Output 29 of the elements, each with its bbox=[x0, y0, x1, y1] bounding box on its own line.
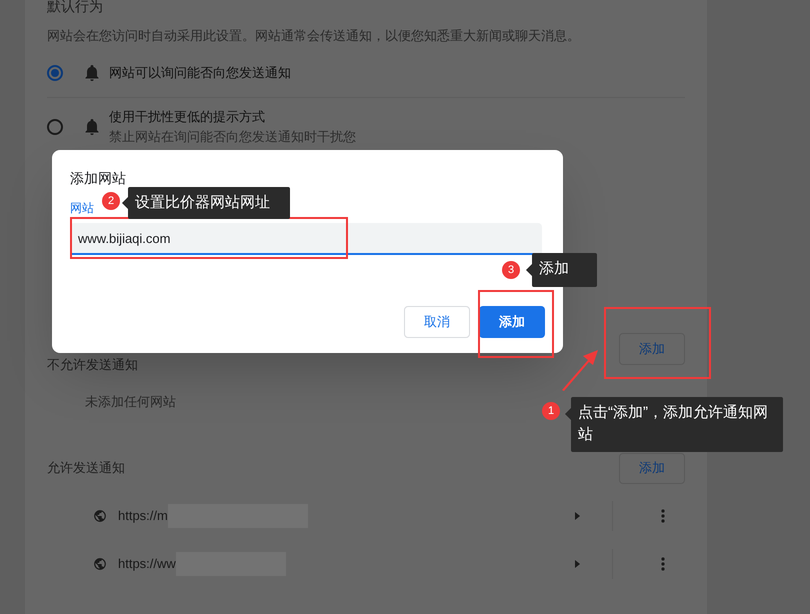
site-url[interactable]: https://ww bbox=[118, 554, 176, 574]
description-text: 网站会在您访问时自动采用此设置。网站通常会传送通知，以便您知悉重大新闻或聊天消息。 bbox=[47, 27, 581, 45]
pointer-arrow bbox=[560, 348, 600, 392]
empty-text: 未添加任何网站 bbox=[85, 392, 176, 410]
radio-button[interactable] bbox=[47, 65, 63, 81]
callout-text: 设置比价器网站网址 bbox=[128, 187, 290, 219]
dialog-title: 添加网站 bbox=[70, 169, 127, 188]
section-title: 允许发送通知 bbox=[47, 459, 125, 478]
more-menu-icon[interactable] bbox=[661, 557, 665, 571]
add-button[interactable]: 添加 bbox=[619, 332, 685, 364]
radio-button[interactable] bbox=[47, 118, 63, 134]
section-title: 不允许发送通知 bbox=[47, 356, 138, 374]
expand-arrow-icon[interactable] bbox=[575, 512, 580, 520]
bell-icon bbox=[85, 118, 99, 134]
cancel-button[interactable]: 取消 bbox=[404, 306, 470, 338]
globe-icon bbox=[93, 557, 107, 571]
option-label: 使用干扰性更低的提示方式 bbox=[109, 108, 266, 126]
website-input[interactable]: www.bijiaqi.com bbox=[70, 223, 542, 255]
more-menu-icon[interactable] bbox=[661, 509, 665, 523]
bell-icon bbox=[85, 65, 99, 81]
callout-text: 点击“添加”，添加允许通知网站 bbox=[571, 397, 783, 452]
expand-arrow-icon[interactable] bbox=[575, 560, 580, 568]
callout-text: 添加 bbox=[532, 253, 597, 287]
site-url[interactable]: https://m bbox=[118, 506, 168, 526]
globe-icon bbox=[93, 509, 107, 523]
confirm-button[interactable]: 添加 bbox=[479, 306, 545, 338]
option-label: 网站可以询问能否向您发送通知 bbox=[109, 64, 291, 82]
option-description: 禁止网站在询问能否向您发送通知时干扰您 bbox=[109, 128, 356, 146]
field-label: 网站 bbox=[70, 200, 94, 217]
